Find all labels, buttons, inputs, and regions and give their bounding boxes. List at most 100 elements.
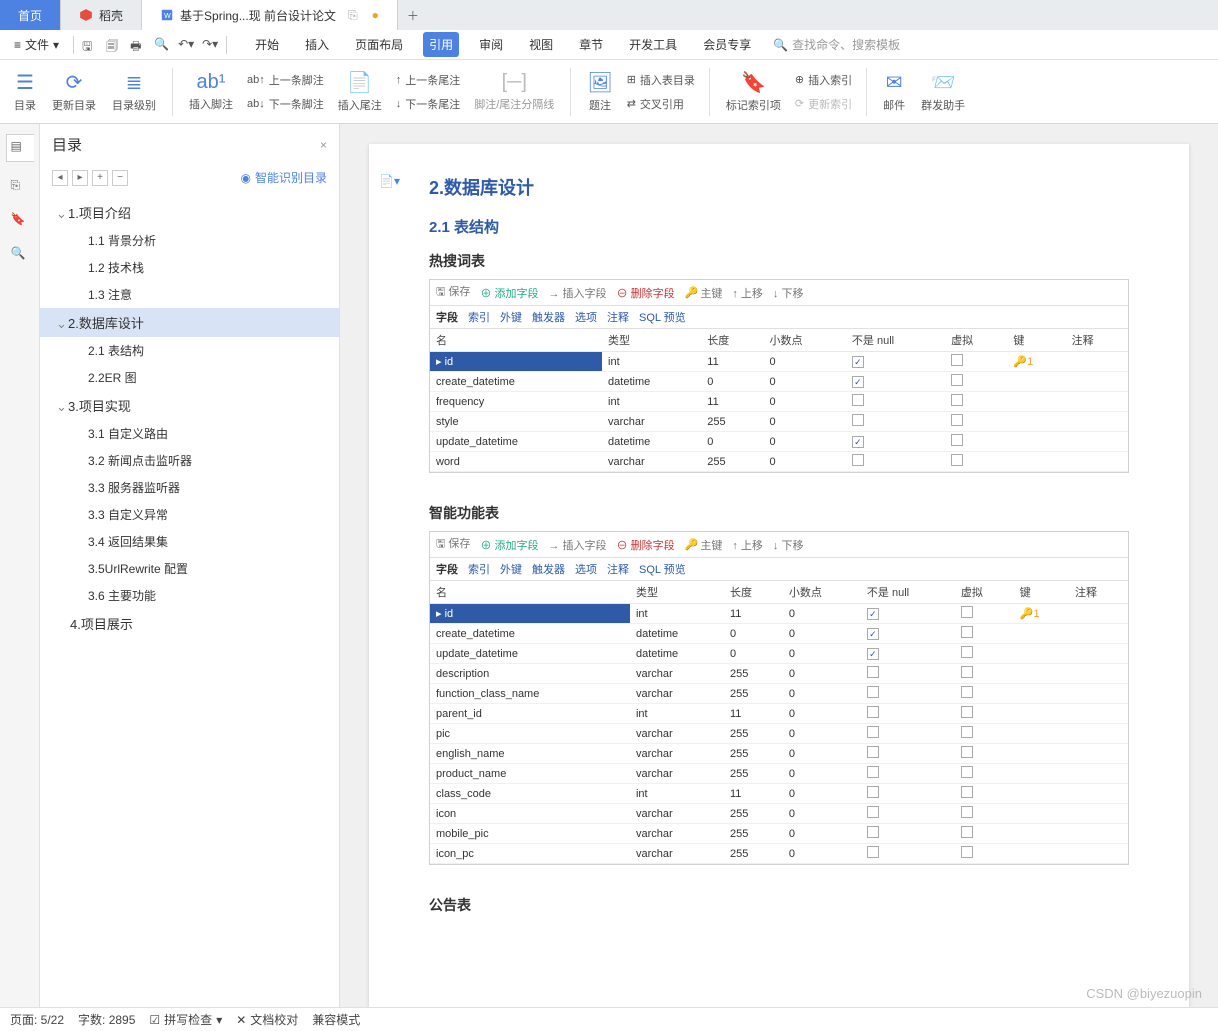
- delete-field-btn[interactable]: ⊖ 删除字段: [617, 535, 675, 554]
- outline-item[interactable]: 3.2 新闻点击监听器: [40, 447, 339, 474]
- table-row[interactable]: update_datetimedatetime00: [430, 432, 1128, 452]
- mail-button[interactable]: ✉邮件: [877, 66, 911, 117]
- notnull-checkbox[interactable]: [867, 766, 879, 778]
- db-subtab[interactable]: 字段: [436, 561, 458, 577]
- db-subtab[interactable]: 触发器: [532, 561, 565, 577]
- db-subtab[interactable]: 索引: [468, 561, 490, 577]
- indent-icon[interactable]: ▸: [72, 170, 88, 186]
- db-subtab[interactable]: 注释: [607, 561, 629, 577]
- notnull-checkbox[interactable]: [867, 666, 879, 678]
- menu-tab-开发工具[interactable]: 开发工具: [623, 32, 683, 57]
- fn-separator-button[interactable]: [─]脚注/尾注分隔线: [468, 67, 560, 116]
- table-row[interactable]: stylevarchar2550: [430, 412, 1128, 432]
- prev-endnote-button[interactable]: ↑上一条尾注: [392, 70, 465, 90]
- page-action-icon[interactable]: 📄▾: [379, 174, 400, 188]
- notnull-checkbox[interactable]: [867, 686, 879, 698]
- collapse-icon[interactable]: −: [112, 170, 128, 186]
- table-row[interactable]: class_codeint110: [430, 784, 1128, 804]
- outline-item[interactable]: 2.2ER 图: [40, 364, 339, 391]
- virtual-checkbox[interactable]: [961, 706, 973, 718]
- smart-toc-button[interactable]: ◉智能识别目录: [241, 169, 328, 186]
- db-subtab[interactable]: 索引: [468, 309, 490, 325]
- menu-tab-章节[interactable]: 章节: [573, 32, 609, 57]
- update-index-button[interactable]: ⟳更新索引: [791, 94, 856, 114]
- page-indicator[interactable]: 页面: 5/22: [10, 1011, 64, 1028]
- table-row[interactable]: ▸ idint110🔑1: [430, 352, 1128, 372]
- tab-document[interactable]: W 基于Spring...现 前台设计论文 ⎘ ●: [142, 0, 398, 30]
- notnull-checkbox[interactable]: [852, 414, 864, 426]
- save-btn[interactable]: 🖫 保存: [436, 535, 470, 554]
- table-row[interactable]: update_datetimedatetime00: [430, 644, 1128, 664]
- move-down-btn[interactable]: ↓ 下移: [773, 283, 804, 302]
- virtual-checkbox[interactable]: [951, 454, 963, 466]
- notnull-checkbox[interactable]: [867, 726, 879, 738]
- table-row[interactable]: ▸ idint110🔑1: [430, 604, 1128, 624]
- save-as-icon[interactable]: 🗐: [106, 37, 122, 53]
- outline-item[interactable]: 1.2 技术栈: [40, 254, 339, 281]
- move-up-btn[interactable]: ↑ 上移: [732, 283, 763, 302]
- close-icon[interactable]: ×: [320, 138, 327, 152]
- db-subtab[interactable]: 外键: [500, 309, 522, 325]
- next-footnote-button[interactable]: ab↓下一条脚注: [243, 94, 328, 114]
- virtual-checkbox[interactable]: [961, 646, 973, 658]
- caption-button[interactable]: 🖼题注: [581, 66, 618, 117]
- db-subtab[interactable]: 注释: [607, 309, 629, 325]
- pk-btn[interactable]: 🔑 主键: [685, 535, 723, 554]
- db-subtab[interactable]: 外键: [500, 561, 522, 577]
- virtual-checkbox[interactable]: [951, 374, 963, 386]
- notnull-checkbox[interactable]: [867, 826, 879, 838]
- virtual-checkbox[interactable]: [961, 726, 973, 738]
- bookmark-rail-icon[interactable]: 🔖: [11, 212, 29, 230]
- document-area[interactable]: 📄▾ 2.数据库设计 2.1 表结构 热搜词表 🖫 保存⊕ 添加字段→ 插入字段…: [340, 124, 1218, 1007]
- table-row[interactable]: frequencyint110: [430, 392, 1128, 412]
- table-row[interactable]: descriptionvarchar2550: [430, 664, 1128, 684]
- outline-item[interactable]: 3.3 自定义异常: [40, 501, 339, 528]
- outline-item[interactable]: 3.项目实现: [40, 391, 339, 420]
- menu-tab-插入[interactable]: 插入: [299, 32, 335, 57]
- update-toc-button[interactable]: ⟳更新目录: [46, 66, 102, 117]
- db-subtab[interactable]: 触发器: [532, 309, 565, 325]
- move-up-btn[interactable]: ↑ 上移: [732, 535, 763, 554]
- db-subtab[interactable]: SQL 预览: [639, 561, 686, 577]
- add-field-btn[interactable]: ⊕ 添加字段: [480, 283, 538, 302]
- prev-footnote-button[interactable]: ab↑上一条脚注: [243, 70, 328, 90]
- save-btn[interactable]: 🖫 保存: [436, 283, 470, 302]
- virtual-checkbox[interactable]: [961, 806, 973, 818]
- table-row[interactable]: icon_pcvarchar2550: [430, 844, 1128, 864]
- notnull-checkbox[interactable]: [867, 746, 879, 758]
- table-row[interactable]: wordvarchar2550: [430, 452, 1128, 472]
- outline-item[interactable]: 3.4 返回结果集: [40, 528, 339, 555]
- virtual-checkbox[interactable]: [961, 686, 973, 698]
- spell-check[interactable]: ☑拼写检查▾: [149, 1011, 222, 1028]
- menu-tab-会员专享[interactable]: 会员专享: [697, 32, 757, 57]
- virtual-checkbox[interactable]: [951, 394, 963, 406]
- outline-item[interactable]: 3.3 服务器监听器: [40, 474, 339, 501]
- notnull-checkbox[interactable]: [867, 846, 879, 858]
- virtual-checkbox[interactable]: [961, 766, 973, 778]
- outline-rail-icon[interactable]: ▤: [6, 134, 34, 162]
- tab-daoke[interactable]: 稻壳: [61, 0, 142, 30]
- table-row[interactable]: product_namevarchar2550: [430, 764, 1128, 784]
- notnull-checkbox[interactable]: [867, 628, 879, 640]
- outline-item[interactable]: 1.1 背景分析: [40, 227, 339, 254]
- command-search[interactable]: 🔍 查找命令、搜索模板: [773, 36, 900, 53]
- db-subtab[interactable]: 选项: [575, 309, 597, 325]
- outline-item[interactable]: 1.3 注意: [40, 281, 339, 308]
- insert-field-btn[interactable]: → 插入字段: [549, 283, 607, 302]
- notnull-checkbox[interactable]: [867, 648, 879, 660]
- table-row[interactable]: picvarchar2550: [430, 724, 1128, 744]
- move-down-btn[interactable]: ↓ 下移: [773, 535, 804, 554]
- outline-item[interactable]: 3.5UrlRewrite 配置: [40, 555, 339, 582]
- save-icon[interactable]: 🖫: [82, 37, 98, 53]
- style-rail-icon[interactable]: ⎘: [11, 178, 29, 196]
- add-field-btn[interactable]: ⊕ 添加字段: [480, 535, 538, 554]
- notnull-checkbox[interactable]: [852, 394, 864, 406]
- db-subtab[interactable]: SQL 预览: [639, 309, 686, 325]
- virtual-checkbox[interactable]: [961, 666, 973, 678]
- table-row[interactable]: iconvarchar2550: [430, 804, 1128, 824]
- virtual-checkbox[interactable]: [961, 746, 973, 758]
- preview-icon[interactable]: 🔍: [154, 37, 170, 53]
- virtual-checkbox[interactable]: [961, 626, 973, 638]
- proof-read[interactable]: ✕文档校对: [236, 1011, 298, 1028]
- mark-index-button[interactable]: 🔖标记索引项: [720, 66, 787, 117]
